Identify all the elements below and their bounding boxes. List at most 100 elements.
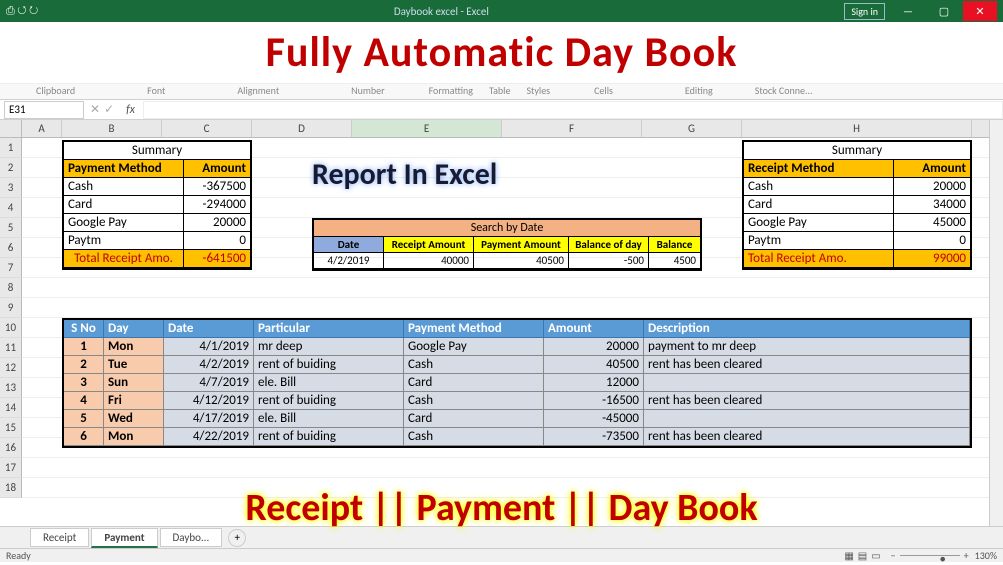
sheet-tab-daybook[interactable]: Daybo... xyxy=(160,528,223,547)
summary-hdr: Payment Method xyxy=(64,160,184,178)
summary-cell: Card xyxy=(64,196,184,214)
table-row[interactable]: 3Sun4/7/2019ele. BillCard12000 xyxy=(64,374,970,392)
table-row[interactable]: 5Wed4/17/2019ele. BillCard-45000 xyxy=(64,410,970,428)
sheet-tabs: Receipt Payment Daybo... + xyxy=(0,526,1003,548)
summary-cell: Card xyxy=(744,196,894,214)
summary-footer: Total Receipt Amo. xyxy=(64,250,184,268)
ribbon-group: Cells xyxy=(558,84,649,99)
ribbon-group: Styles xyxy=(518,84,558,99)
status-ready: Ready xyxy=(6,549,31,562)
search-hdr: Balance of day xyxy=(569,237,649,253)
fx-cancel-icon[interactable]: ✕ xyxy=(90,102,100,117)
row-header[interactable]: 4 xyxy=(0,198,22,218)
row-header[interactable]: 11 xyxy=(0,338,22,358)
summary-cell: -367500 xyxy=(184,178,250,196)
quickaccess[interactable]: ⎙ ↺ ↻ xyxy=(6,4,38,18)
summary-cell: -294000 xyxy=(184,196,250,214)
summary-cell: Paytm xyxy=(744,232,894,250)
search-val[interactable]: 4/2/2019 xyxy=(314,253,384,269)
search-hdr: Balance xyxy=(649,237,700,253)
ribbon-group: Formatting xyxy=(421,84,481,99)
row-header[interactable]: 8 xyxy=(0,278,22,298)
search-val: 4500 xyxy=(649,253,700,269)
view-pagelayout-icon[interactable]: ▤ xyxy=(858,549,867,562)
spreadsheet-grid[interactable]: A B C D E F G H 123456789101112131415161… xyxy=(0,120,989,522)
row-header[interactable]: 18 xyxy=(0,478,22,498)
col-header[interactable]: A xyxy=(22,120,62,137)
summary-cell: Google Pay xyxy=(64,214,184,232)
main-hdr: Payment Method xyxy=(404,320,544,338)
close-button[interactable]: ✕ xyxy=(963,1,997,21)
row-header[interactable]: 13 xyxy=(0,378,22,398)
main-hdr: Day xyxy=(104,320,164,338)
status-bar: Ready ▦ ▤ ▭ − ● + 130% xyxy=(0,548,1003,562)
table-row[interactable]: 1Mon4/1/2019mr deepGoogle Pay20000paymen… xyxy=(64,338,970,356)
sheet-tab-payment[interactable]: Payment xyxy=(91,528,157,548)
summary-cell: 20000 xyxy=(184,214,250,232)
ribbon-group: Stock Conne... xyxy=(749,84,819,99)
select-all-corner[interactable] xyxy=(0,120,22,137)
summary-cell: 20000 xyxy=(894,178,970,196)
ribbon-group: Font xyxy=(111,84,201,99)
vertical-scrollbar[interactable] xyxy=(989,120,1003,526)
row-header[interactable]: 10 xyxy=(0,318,22,338)
row-header[interactable]: 15 xyxy=(0,418,22,438)
row-header[interactable]: 6 xyxy=(0,238,22,258)
minimize-button[interactable]: — xyxy=(891,1,925,21)
summary-cell: Cash xyxy=(744,178,894,196)
summary-cell: Paytm xyxy=(64,232,184,250)
col-header[interactable]: F xyxy=(502,120,642,137)
search-val: 40000 xyxy=(384,253,474,269)
formula-bar[interactable] xyxy=(143,101,1003,119)
row-header[interactable]: 5 xyxy=(0,218,22,238)
col-header[interactable]: D xyxy=(252,120,352,137)
left-summary-table: Summary Payment MethodAmount Cash-367500… xyxy=(62,140,252,270)
row-header[interactable]: 2 xyxy=(0,158,22,178)
main-hdr: Date xyxy=(164,320,254,338)
view-normal-icon[interactable]: ▦ xyxy=(844,549,853,562)
search-hdr: Receipt Amount xyxy=(384,237,474,253)
row-header[interactable]: 7 xyxy=(0,258,22,278)
sheet-tab-receipt[interactable]: Receipt xyxy=(30,528,89,547)
table-row[interactable]: 2Tue4/2/2019rent of buidingCash40500rent… xyxy=(64,356,970,374)
row-header[interactable]: 17 xyxy=(0,458,22,478)
add-sheet-button[interactable]: + xyxy=(228,529,246,547)
main-hdr: S No xyxy=(64,320,104,338)
col-header[interactable]: E xyxy=(352,120,502,137)
summary-hdr: Amount xyxy=(894,160,970,178)
row-header[interactable]: 16 xyxy=(0,438,22,458)
name-box[interactable] xyxy=(4,101,84,119)
summary-cell: 0 xyxy=(894,232,970,250)
row-header[interactable]: 3 xyxy=(0,178,22,198)
summary-title: Summary xyxy=(744,142,970,160)
table-row[interactable]: 4Fri4/12/2019rent of buidingCash-16500re… xyxy=(64,392,970,410)
fx-icon[interactable]: fx xyxy=(126,103,135,117)
col-header[interactable]: H xyxy=(742,120,972,137)
ribbon-group: Clipboard xyxy=(0,84,111,99)
col-header[interactable]: C xyxy=(162,120,252,137)
signin-button[interactable]: Sign in xyxy=(844,3,885,20)
row-header[interactable]: 9 xyxy=(0,298,22,318)
ribbon-group: Editing xyxy=(649,84,749,99)
view-pagebreak-icon[interactable]: ▭ xyxy=(871,549,880,562)
ribbon-group: Number xyxy=(315,84,420,99)
fx-accept-icon[interactable]: ✓ xyxy=(104,102,114,117)
formula-bar-row: ✕ ✓ fx xyxy=(0,100,1003,120)
zoom-level[interactable]: 130% xyxy=(975,549,997,562)
row-header[interactable]: 1 xyxy=(0,138,22,158)
table-row[interactable]: 6Mon4/22/2019rent of buidingCash-73500re… xyxy=(64,428,970,446)
col-header[interactable]: G xyxy=(642,120,742,137)
main-hdr: Particular xyxy=(254,320,404,338)
maximize-button[interactable]: ▢ xyxy=(927,1,961,21)
row-header[interactable]: 14 xyxy=(0,398,22,418)
row-header[interactable]: 12 xyxy=(0,358,22,378)
ribbon-group: Alignment xyxy=(201,84,315,99)
overlay-title-banner: Fully Automatic Day Book xyxy=(0,22,1003,84)
summary-cell: 0 xyxy=(184,232,250,250)
zoom-out-button[interactable]: − xyxy=(891,549,896,562)
zoom-in-button[interactable]: + xyxy=(964,549,969,562)
summary-hdr: Amount xyxy=(184,160,250,178)
col-header[interactable]: B xyxy=(62,120,162,137)
summary-hdr: Receipt Method xyxy=(744,160,894,178)
title-bar: ⎙ ↺ ↻ Daybook excel - Excel Sign in — ▢ … xyxy=(0,0,1003,22)
